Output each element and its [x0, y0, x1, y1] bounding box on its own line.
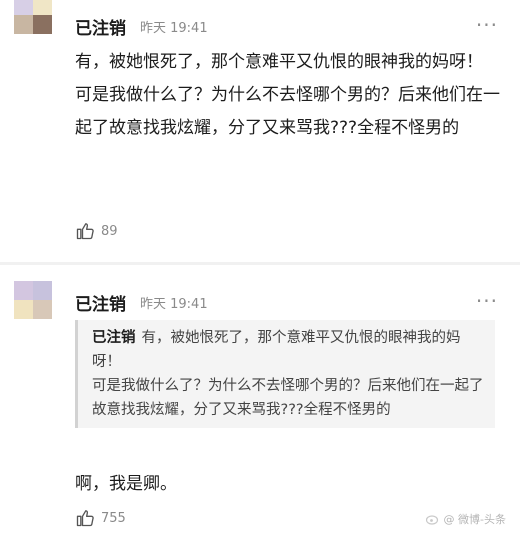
like-button[interactable]: 755 [75, 508, 126, 528]
quoted-username[interactable]: 已注销 [92, 330, 136, 346]
watermark: @ 微博-头条 [425, 511, 506, 527]
timestamp: 昨天 19:41 [140, 297, 208, 312]
thumbs-up-icon [76, 510, 94, 527]
quoted-text: 有，被她恨死了，那个意难平又仇恨的眼神我的妈呀！ 可是我做什么了？为什么不去怪哪… [92, 330, 484, 418]
watermark-text: @ 微博-头条 [443, 513, 506, 526]
like-count: 755 [101, 510, 126, 526]
more-options-icon[interactable]: ··· [476, 291, 498, 311]
username[interactable]: 已注销 [75, 290, 126, 315]
quoted-comment[interactable]: 已注销 有，被她恨死了，那个意难平又仇恨的眼神我的妈呀！ 可是我做什么了？为什么不… [75, 320, 495, 428]
comment-body: 啊，我是卿。 [75, 474, 177, 494]
comment-2: 已注销 昨天 19:41 ··· 已注销 有，被她恨死了，那个意难平又仇恨的眼神我… [0, 0, 520, 547]
avatar[interactable] [14, 281, 52, 319]
weibo-logo-icon [425, 515, 438, 525]
